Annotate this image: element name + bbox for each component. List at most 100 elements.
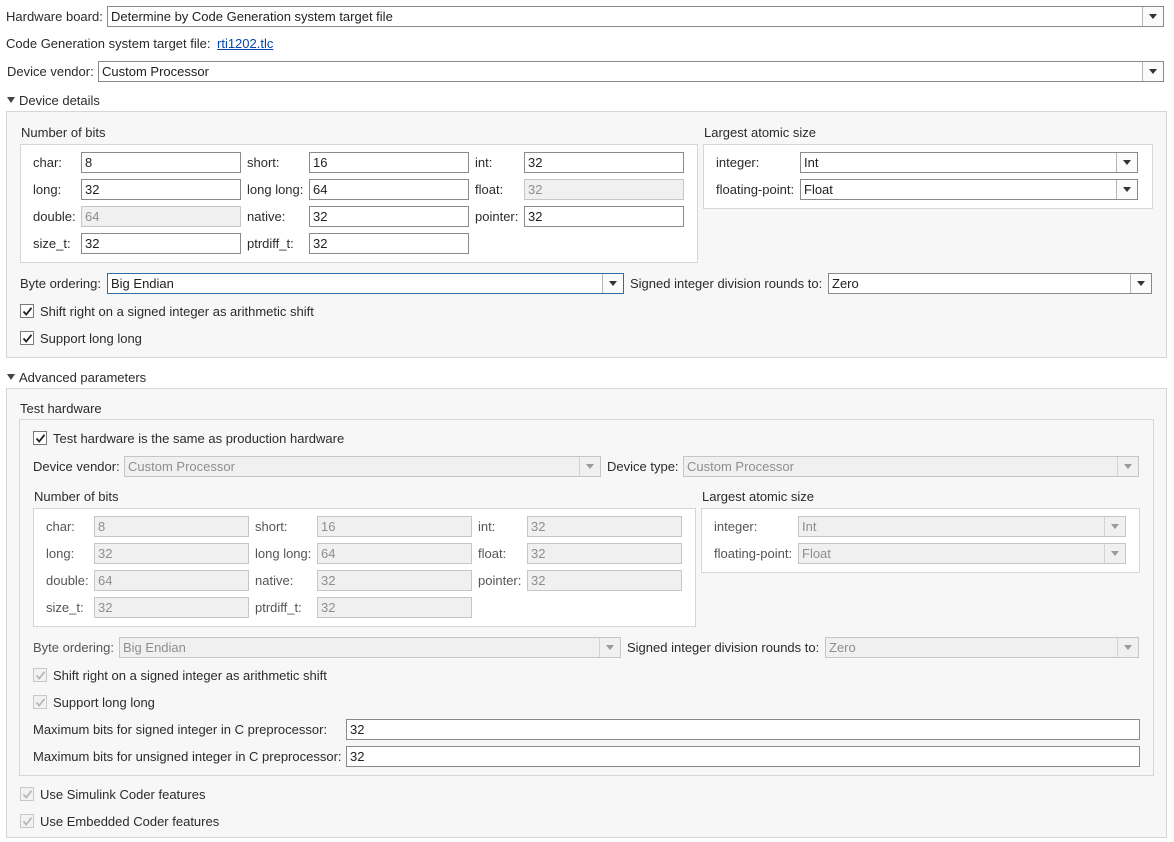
test-signed-div-label: Signed integer division rounds to: bbox=[627, 640, 820, 655]
test-signed-div-value: Zero bbox=[829, 640, 856, 655]
test-number-of-bits-title: Number of bits bbox=[34, 489, 119, 504]
native-field[interactable]: 32 bbox=[309, 206, 469, 227]
int-field[interactable]: 32 bbox=[524, 152, 684, 173]
long-field[interactable]: 32 bbox=[81, 179, 241, 200]
test-byte-ordering-value: Big Endian bbox=[123, 640, 186, 655]
floating-point-value: Float bbox=[804, 182, 833, 197]
chevron-down-icon bbox=[1117, 457, 1138, 476]
chevron-down-icon[interactable] bbox=[1142, 7, 1163, 26]
test-device-type-value: Custom Processor bbox=[687, 459, 794, 474]
test-short-label: short: bbox=[255, 519, 288, 534]
advanced-parameters-header[interactable]: Advanced parameters bbox=[19, 370, 146, 385]
checkmark-icon bbox=[22, 334, 33, 343]
collapse-triangle-icon[interactable] bbox=[7, 97, 15, 103]
signed-div-label: Signed integer division rounds to: bbox=[630, 276, 823, 291]
chevron-down-icon[interactable] bbox=[1130, 274, 1151, 293]
device-details-header[interactable]: Device details bbox=[19, 93, 100, 108]
test-short-field: 16 bbox=[317, 516, 472, 537]
support-long-long-label: Support long long bbox=[40, 331, 142, 346]
short-label: short: bbox=[247, 155, 280, 170]
shift-right-checkbox[interactable] bbox=[20, 304, 34, 318]
hardware-board-dropdown[interactable]: Determine by Code Generation system targ… bbox=[107, 6, 1164, 27]
test-float-label: float: bbox=[478, 546, 507, 561]
max-unsigned-field[interactable]: 32 bbox=[346, 746, 1140, 767]
test-float-field: 32 bbox=[527, 543, 682, 564]
same-as-production-label: Test hardware is the same as production … bbox=[53, 431, 345, 446]
integer-dropdown[interactable]: Int bbox=[800, 152, 1138, 173]
test-double-label: double: bbox=[46, 573, 89, 588]
ptrdiff-t-field[interactable]: 32 bbox=[309, 233, 469, 254]
shift-right-label: Shift right on a signed integer as arith… bbox=[40, 304, 314, 319]
checkmark-icon bbox=[35, 671, 46, 680]
target-file-link[interactable]: rti1202.tlc bbox=[217, 36, 273, 51]
chevron-down-icon[interactable] bbox=[1116, 180, 1137, 199]
hardware-board-value: Determine by Code Generation system targ… bbox=[111, 9, 393, 24]
short-field[interactable]: 16 bbox=[309, 152, 469, 173]
checkmark-icon bbox=[22, 790, 33, 799]
chevron-down-icon bbox=[1117, 638, 1138, 657]
test-device-vendor-label: Device vendor: bbox=[33, 459, 120, 474]
test-shift-right-label: Shift right on a signed integer as arith… bbox=[53, 668, 327, 683]
integer-value: Int bbox=[804, 155, 819, 170]
checkmark-icon bbox=[22, 817, 33, 826]
collapse-triangle-icon[interactable] bbox=[7, 374, 15, 380]
byte-ordering-label: Byte ordering: bbox=[20, 276, 101, 291]
pointer-field[interactable]: 32 bbox=[524, 206, 684, 227]
checkmark-icon bbox=[22, 307, 33, 316]
test-long-long-label: long long: bbox=[255, 546, 312, 561]
char-field[interactable]: 8 bbox=[81, 152, 241, 173]
ptrdiff-t-label: ptrdiff_t: bbox=[247, 236, 294, 251]
test-long-field: 32 bbox=[94, 543, 249, 564]
size-t-label: size_t: bbox=[33, 236, 71, 251]
device-vendor-dropdown[interactable]: Custom Processor bbox=[98, 61, 1164, 82]
hardware-board-label: Hardware board: bbox=[6, 9, 103, 24]
chevron-down-icon[interactable] bbox=[602, 274, 623, 293]
test-double-field: 64 bbox=[94, 570, 249, 591]
use-embedded-coder-label: Use Embedded Coder features bbox=[40, 814, 220, 829]
long-long-field[interactable]: 64 bbox=[309, 179, 469, 200]
size-t-field[interactable]: 32 bbox=[81, 233, 241, 254]
max-signed-field[interactable]: 32 bbox=[346, 719, 1140, 740]
test-device-type-dropdown: Custom Processor bbox=[683, 456, 1139, 477]
test-integer-value: Int bbox=[802, 519, 817, 534]
chevron-down-icon[interactable] bbox=[1116, 153, 1137, 172]
test-int-field: 32 bbox=[527, 516, 682, 537]
test-native-field: 32 bbox=[317, 570, 472, 591]
target-file-label: Code Generation system target file: bbox=[6, 36, 211, 51]
max-signed-label: Maximum bits for signed integer in C pre… bbox=[33, 722, 328, 737]
test-floating-point-dropdown: Float bbox=[798, 543, 1126, 564]
use-simulink-coder-label: Use Simulink Coder features bbox=[40, 787, 206, 802]
test-shift-right-checkbox bbox=[33, 668, 47, 682]
chevron-down-icon[interactable] bbox=[1142, 62, 1163, 81]
test-hardware-title: Test hardware bbox=[20, 401, 102, 416]
test-ptrdiff-t-field: 32 bbox=[317, 597, 472, 618]
test-support-long-long-checkbox bbox=[33, 695, 47, 709]
test-largest-atomic-title: Largest atomic size bbox=[702, 489, 814, 504]
largest-atomic-title: Largest atomic size bbox=[704, 125, 816, 140]
use-embedded-coder-checkbox bbox=[20, 814, 34, 828]
number-of-bits-title: Number of bits bbox=[21, 125, 106, 140]
test-int-label: int: bbox=[478, 519, 496, 534]
same-as-production-checkbox[interactable] bbox=[33, 431, 47, 445]
byte-ordering-dropdown[interactable]: Big Endian bbox=[107, 273, 624, 294]
float-label: float: bbox=[475, 182, 504, 197]
test-support-long-long-label: Support long long bbox=[53, 695, 155, 710]
test-integer-label: integer: bbox=[714, 519, 758, 534]
test-device-vendor-dropdown: Custom Processor bbox=[124, 456, 601, 477]
long-label: long: bbox=[33, 182, 62, 197]
test-pointer-label: pointer: bbox=[478, 573, 522, 588]
chevron-down-icon bbox=[579, 457, 600, 476]
char-label: char: bbox=[33, 155, 62, 170]
test-long-label: long: bbox=[46, 546, 75, 561]
int-label: int: bbox=[475, 155, 493, 170]
floating-point-dropdown[interactable]: Float bbox=[800, 179, 1138, 200]
chevron-down-icon bbox=[599, 638, 620, 657]
double-field: 64 bbox=[81, 206, 241, 227]
signed-div-value: Zero bbox=[832, 276, 859, 291]
test-char-field: 8 bbox=[94, 516, 249, 537]
device-vendor-label: Device vendor: bbox=[7, 64, 94, 79]
support-long-long-checkbox[interactable] bbox=[20, 331, 34, 345]
test-size-t-field: 32 bbox=[94, 597, 249, 618]
long-long-label: long long: bbox=[247, 182, 304, 197]
signed-div-dropdown[interactable]: Zero bbox=[828, 273, 1152, 294]
